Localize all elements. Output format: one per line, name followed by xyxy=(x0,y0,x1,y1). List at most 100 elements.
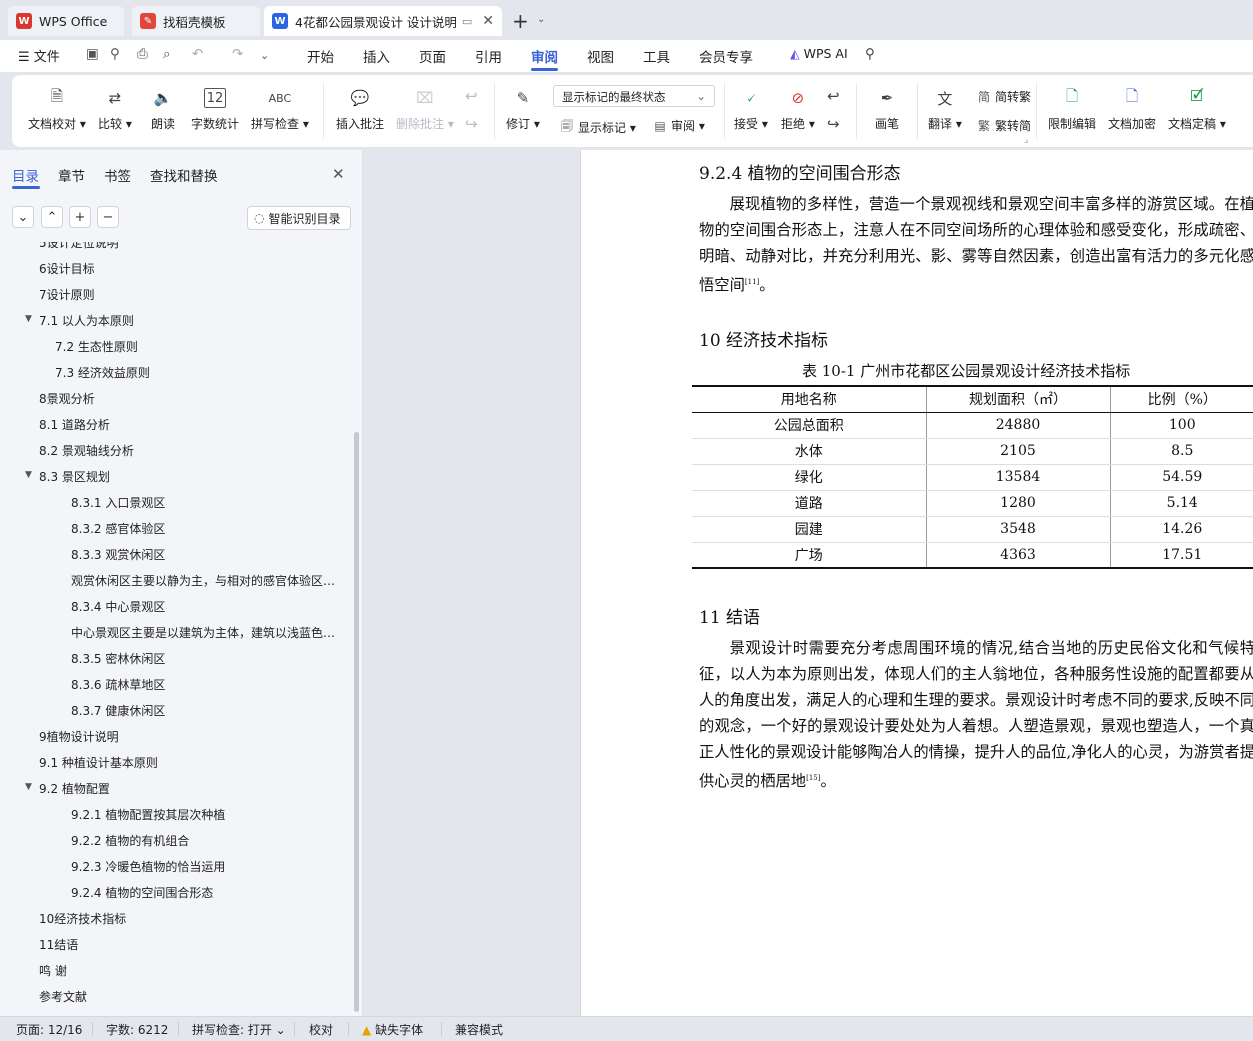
toc-item[interactable]: 9.2.1 植物配置按其层次种植 xyxy=(71,806,225,823)
print-icon[interactable]: ⎙ xyxy=(137,46,148,62)
nav-tab-toc[interactable]: 目录 xyxy=(12,165,39,185)
tab-wps-office[interactable]: W WPS Office xyxy=(8,6,124,36)
screen-icon[interactable]: ▭ xyxy=(462,15,472,28)
toc-item[interactable]: 7.2 生态性原则 xyxy=(55,338,138,355)
next-change-icon[interactable]: ↪ xyxy=(827,115,840,133)
prev-comment-icon[interactable]: ↩ xyxy=(465,87,478,105)
prev-change-icon[interactable]: ↩ xyxy=(827,87,840,105)
menu-view[interactable]: 视图 xyxy=(587,46,614,66)
reject-button[interactable]: ⊘ 拒绝 ▾ xyxy=(781,85,815,132)
toc-item[interactable]: 8.3 景区规划 xyxy=(39,468,110,485)
toc-item[interactable]: 9.2 植物配置 xyxy=(39,780,110,797)
compare-button[interactable]: ⇄ 比较 ▾ xyxy=(98,85,132,132)
spellcheck-button[interactable]: ABC 拼写检查 ▾ xyxy=(251,85,309,132)
toc-item[interactable]: 5设计定位说明 xyxy=(39,242,119,251)
toc-item[interactable]: 8.3.2 感官体验区 xyxy=(71,520,165,537)
toc-item[interactable]: 7.1 以人为本原则 xyxy=(39,312,134,329)
finalize-button[interactable]: 🗹 文档定稿 ▾ xyxy=(1168,85,1226,132)
collapse-down-button[interactable]: ⌄ xyxy=(12,206,34,228)
toc-item[interactable]: 9.2.3 冷暖色植物的恰当运用 xyxy=(71,858,225,875)
toc-item-current[interactable]: 9.2.4 植物的空间围合形态 xyxy=(71,884,213,901)
read-aloud-button[interactable]: 🔈 朗读 xyxy=(150,85,176,132)
toc-item[interactable]: 6设计目标 xyxy=(39,260,95,277)
review-pane-button[interactable]: ▤ 审阅 ▾ xyxy=(652,117,705,134)
close-tab-icon[interactable]: ✕ xyxy=(482,13,494,29)
markup-select[interactable]: 显示标记的最终状态 ⌄ xyxy=(553,85,715,107)
show-markup-button[interactable]: 🗐 显示标记 ▾ xyxy=(559,117,636,138)
proof-status[interactable]: 校对 xyxy=(309,1021,333,1038)
wordcount-button[interactable]: 12 字数统计 xyxy=(191,85,239,132)
menu-review[interactable]: 审阅 xyxy=(531,46,558,66)
revise-button[interactable]: ✎ 修订 ▾ xyxy=(506,85,540,132)
page-indicator[interactable]: 页面: 12/16 xyxy=(16,1021,82,1038)
chevron-down-icon[interactable]: ⌄ xyxy=(537,14,545,25)
word-count[interactable]: 字数: 6212 xyxy=(106,1021,168,1038)
caret-expanded-icon[interactable]: ▼ xyxy=(25,470,32,480)
search-icon[interactable]: ⚲ xyxy=(865,46,875,62)
link-icon[interactable]: ⚲ xyxy=(110,46,120,62)
toc-item[interactable]: 7.3 经济效益原则 xyxy=(55,364,150,381)
insert-comment-button[interactable]: 💬 插入批注 xyxy=(336,85,384,132)
toc-item[interactable]: 鸣 谢 xyxy=(39,962,67,979)
menu-start[interactable]: 开始 xyxy=(307,46,334,66)
to-traditional-button[interactable]: 简简转繁 xyxy=(976,88,1031,105)
tab-document[interactable]: W 4花都公园景观设计 设计说明 ▭ ✕ xyxy=(264,6,502,36)
toc-item[interactable]: 8景观分析 xyxy=(39,390,95,407)
redo-icon[interactable]: ↷ xyxy=(232,46,243,62)
pen-button[interactable]: ✒ 画笔 xyxy=(874,85,900,132)
next-comment-icon[interactable]: ↪ xyxy=(465,115,478,133)
menu-insert[interactable]: 插入 xyxy=(363,46,390,66)
expand-ribbon-icon[interactable]: ⌟ xyxy=(1024,135,1028,145)
caret-expanded-icon[interactable]: ▼ xyxy=(25,782,32,792)
close-pane-icon[interactable]: ✕ xyxy=(332,165,345,183)
toc-item[interactable]: 9.2.2 植物的有机组合 xyxy=(71,832,189,849)
toc-item[interactable]: 8.1 道路分析 xyxy=(39,416,110,433)
toc-scrollbar[interactable] xyxy=(354,432,359,1012)
nav-tab-find-replace[interactable]: 查找和替换 xyxy=(150,165,218,185)
proof-button[interactable]: 🗎 文档校对 ▾ xyxy=(28,85,86,132)
toc-item[interactable]: 8.2 景观轴线分析 xyxy=(39,442,134,459)
translate-button[interactable]: 文翻译 ▾ xyxy=(928,85,962,132)
file-menu[interactable]: ☰ 文件 xyxy=(18,46,60,65)
caret-expanded-icon[interactable]: ▼ xyxy=(25,314,32,324)
to-simplified-button[interactable]: 繁繁转简 xyxy=(976,117,1031,134)
toc-item[interactable]: 9植物设计说明 xyxy=(39,728,119,745)
nav-tab-chapter[interactable]: 章节 xyxy=(58,165,85,185)
toc-item[interactable]: 参考文献 xyxy=(39,988,87,1005)
save-icon[interactable]: ▣ xyxy=(86,46,99,62)
more-chevron-icon[interactable]: ⌄ xyxy=(260,49,269,62)
toc-item[interactable]: 11结语 xyxy=(39,936,78,953)
add-level-button[interactable]: + xyxy=(69,206,91,228)
restrict-edit-button[interactable]: 🗋 限制编辑 xyxy=(1048,85,1096,132)
menu-reference[interactable]: 引用 xyxy=(475,46,502,66)
spellcheck-status[interactable]: 拼写检查: 打开 ⌄ xyxy=(192,1021,286,1038)
toc-item[interactable]: 8.3.7 健康休闲区 xyxy=(71,702,165,719)
menu-tools[interactable]: 工具 xyxy=(643,46,670,66)
toc-item[interactable]: 8.3.1 入口景观区 xyxy=(71,494,165,511)
new-tab-button[interactable]: + xyxy=(512,9,529,33)
missing-font-status[interactable]: ▲ 缺失字体 xyxy=(362,1021,423,1038)
accept-button[interactable]: 🗸 接受 ▾ xyxy=(734,85,768,132)
toc-item[interactable]: 10经济技术指标 xyxy=(39,910,126,927)
undo-icon[interactable]: ↶ xyxy=(192,46,203,62)
remove-level-button[interactable]: − xyxy=(97,206,119,228)
print-preview-icon[interactable]: ⌕ xyxy=(163,46,171,62)
toc-item[interactable]: 8.3.4 中心景观区 xyxy=(71,598,165,615)
toc-item[interactable]: 观赏休闲区主要以静为主，与相对的感官体验区形成对比 xyxy=(71,572,339,589)
collapse-up-button[interactable]: ⌃ xyxy=(41,206,63,228)
delete-comment-button[interactable]: ⌧ 删除批注 ▾ xyxy=(396,85,454,132)
toc-item[interactable]: 9.1 种植设计基本原则 xyxy=(39,754,158,771)
smart-toc-button[interactable]: ◌ 智能识别目录 xyxy=(247,206,351,230)
toc-item[interactable]: 中心景观区主要是以建筑为主体，建筑以浅蓝色为主调 xyxy=(71,624,339,641)
toc-item[interactable]: 8.3.6 疏林草地区 xyxy=(71,676,165,693)
tab-docer-templates[interactable]: ✎ 找稻壳模板 xyxy=(132,6,260,36)
toc-item[interactable]: 7设计原则 xyxy=(39,286,95,303)
encrypt-button[interactable]: 🗋 文档加密 xyxy=(1108,85,1156,132)
wps-ai-button[interactable]: ◭ WPS AI xyxy=(790,46,848,61)
nav-tab-bookmark[interactable]: 书签 xyxy=(104,165,131,185)
toc-item[interactable]: 8.3.3 观赏休闲区 xyxy=(71,546,165,563)
menu-page[interactable]: 页面 xyxy=(419,46,446,66)
toc-item[interactable]: 8.3.5 密林休闲区 xyxy=(71,650,165,667)
document-page[interactable]: 9.2.4 植物的空间围合形态 展现植物的多样性，营造一个景观视线和景观空间丰富… xyxy=(580,150,1253,1016)
menu-member[interactable]: 会员专享 xyxy=(699,46,753,66)
